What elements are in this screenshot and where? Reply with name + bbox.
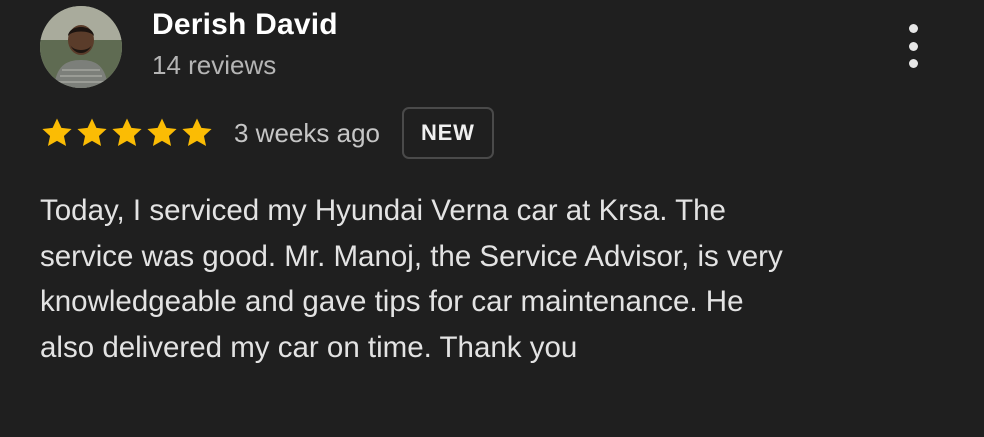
avatar[interactable] [40, 6, 122, 88]
more-options-button[interactable] [896, 20, 930, 72]
star-icon [145, 116, 179, 150]
review-time: 3 weeks ago [234, 117, 380, 148]
reviewer-review-count: 14 reviews [152, 50, 277, 80]
review-meta: 3 weeks ago NEW [40, 106, 494, 160]
more-vert-icon [908, 24, 918, 33]
star-icon [40, 116, 74, 150]
more-vert-icon [908, 59, 918, 68]
review-text: Today, I serviced my Hyundai Verna car a… [40, 194, 783, 364]
more-vert-icon [908, 41, 918, 51]
star-icon [75, 116, 109, 150]
reviewer-name[interactable]: Derish David [152, 8, 338, 42]
avatar-photo [40, 6, 122, 88]
star-icon [180, 116, 214, 150]
star-icon [110, 116, 144, 150]
new-badge: NEW [401, 107, 494, 159]
star-rating [40, 116, 214, 150]
